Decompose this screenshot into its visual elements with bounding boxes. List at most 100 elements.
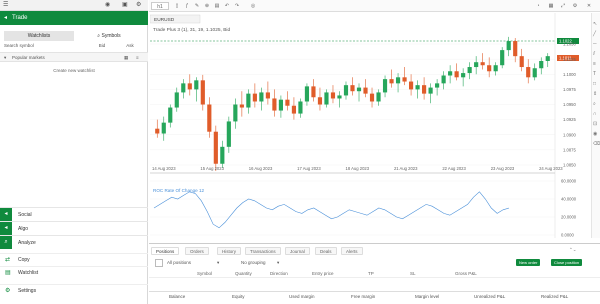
nav-algo[interactable]: ◂ Algo bbox=[0, 221, 148, 235]
measure-tool-icon[interactable]: ⇕ bbox=[593, 89, 600, 99]
compare-icon[interactable]: ⊕ bbox=[203, 2, 211, 10]
price-tick-label: 1.0975 bbox=[563, 87, 576, 92]
nav-algo-label: Algo bbox=[18, 226, 29, 232]
menu-icon[interactable]: ☰ bbox=[3, 0, 8, 11]
filter-checkbox[interactable] bbox=[155, 259, 163, 267]
user-icon[interactable]: ◉ bbox=[105, 0, 110, 11]
template-icon[interactable]: ▤ bbox=[213, 2, 221, 10]
candle-body bbox=[265, 92, 270, 99]
zoom-icon[interactable]: ⌕ bbox=[593, 99, 600, 109]
tab-history[interactable]: History bbox=[217, 247, 242, 255]
col-sl[interactable]: SL bbox=[410, 270, 416, 278]
close-icon[interactable]: ✕ bbox=[585, 2, 593, 10]
trash-icon[interactable]: ⌫ bbox=[593, 139, 600, 149]
summary-margin-level: Margin level bbox=[415, 294, 440, 299]
col-symbol[interactable]: Symbol bbox=[197, 270, 212, 278]
settings-icon[interactable]: ⚙ bbox=[571, 2, 579, 10]
trade-header[interactable]: ◂ Trade bbox=[0, 11, 148, 25]
candle-body bbox=[220, 146, 225, 164]
camera-icon[interactable]: ◎ bbox=[249, 2, 257, 10]
candle-body bbox=[395, 77, 401, 84]
nav-settings[interactable]: ⚙ Settings bbox=[0, 284, 148, 296]
cursor-icon[interactable]: ↖ bbox=[593, 19, 600, 29]
signal-icon[interactable]: ◔ bbox=[534, 2, 542, 10]
hline-tool-icon[interactable]: ─ bbox=[593, 39, 600, 49]
text-tool-icon[interactable]: T bbox=[593, 69, 600, 79]
candle-body bbox=[343, 85, 349, 96]
candle-body bbox=[168, 107, 173, 123]
tab-watchlists[interactable]: Watchlists bbox=[4, 31, 74, 41]
redo-icon[interactable]: ↷ bbox=[233, 2, 241, 10]
chevron-down-icon[interactable]: ▾ bbox=[4, 53, 6, 63]
col-entry-price[interactable]: Entry price bbox=[312, 270, 334, 278]
indicator-tick-label: 0.0000 bbox=[561, 233, 574, 238]
candle-type-icon[interactable]: ▯ bbox=[173, 2, 181, 10]
tab-deals[interactable]: Deals bbox=[315, 247, 337, 255]
nav-social[interactable]: ◂ Social bbox=[0, 207, 148, 221]
symbol-search-input[interactable]: Search symbol bbox=[4, 42, 88, 50]
close-position-button[interactable]: Close position bbox=[551, 259, 583, 266]
group-filter[interactable]: No grouping bbox=[241, 257, 266, 269]
gear-icon[interactable]: ⚙ bbox=[136, 0, 141, 11]
indicator-icon[interactable]: ƒ bbox=[183, 2, 191, 10]
nav-copy[interactable]: ⇄ Copy bbox=[0, 253, 148, 265]
group-chevron-icon[interactable]: ▾ bbox=[277, 257, 279, 269]
watchlist-row[interactable]: ▾ Popular markets ▦ ≡ bbox=[0, 52, 148, 62]
candle-body bbox=[441, 75, 446, 84]
lock-icon[interactable]: ⊡ bbox=[593, 119, 600, 129]
candle-body bbox=[369, 93, 375, 102]
tab-orders[interactable]: Orders bbox=[185, 247, 209, 255]
candle-body bbox=[402, 77, 407, 82]
summary-equity: Equity bbox=[232, 294, 245, 299]
date-tick-label: 22 Aug 2023 bbox=[442, 166, 466, 171]
more-icon[interactable]: ≡ bbox=[136, 53, 139, 63]
layout-grid-icon[interactable]: ▦ bbox=[547, 2, 555, 10]
date-tick-label: 17 Aug 2023 bbox=[297, 166, 321, 171]
indicator-tick-label: 20.0000 bbox=[561, 215, 577, 220]
tab-alerts[interactable]: Alerts bbox=[341, 247, 363, 255]
draw-icon[interactable]: ✎ bbox=[193, 2, 201, 10]
nav-copy-label: Copy bbox=[18, 257, 30, 263]
line-tool-icon[interactable]: ╱ bbox=[593, 29, 600, 39]
nav-watchlist-label: Watchlist bbox=[18, 270, 39, 276]
candle-body bbox=[408, 81, 414, 90]
fullscreen-icon[interactable]: ⤢ bbox=[559, 2, 567, 10]
fib-tool-icon[interactable]: ≡ bbox=[593, 59, 600, 69]
algo-icon: ◂ bbox=[0, 222, 12, 235]
price-tick-label: 1.0900 bbox=[563, 132, 576, 137]
candle-body bbox=[526, 67, 531, 78]
magnet-icon[interactable]: ∩ bbox=[593, 109, 600, 119]
timeframe-select[interactable]: h1 bbox=[151, 2, 169, 10]
layout-icon[interactable]: ▣ bbox=[122, 0, 128, 11]
candle-body bbox=[487, 65, 492, 72]
columns-icon[interactable]: ▦ bbox=[124, 53, 128, 63]
eye-icon[interactable]: ◉ bbox=[593, 129, 600, 139]
create-watchlist-link[interactable]: Create new watchlist bbox=[0, 66, 148, 75]
undo-icon[interactable]: ↶ bbox=[223, 2, 231, 10]
tab-symbols[interactable]: ⌕ Symbols bbox=[74, 31, 144, 41]
price-tick-label: 1.0850 bbox=[563, 163, 576, 168]
tab-journal[interactable]: Journal bbox=[285, 247, 310, 255]
col-quantity[interactable]: Quantity bbox=[235, 270, 252, 278]
account-chevron-icon[interactable]: ▾ bbox=[217, 257, 219, 269]
new-order-button[interactable]: New order bbox=[516, 259, 541, 266]
date-tick-label: 14 Aug 2023 bbox=[152, 166, 176, 171]
tab-positions[interactable]: Positions bbox=[151, 247, 180, 255]
account-filter[interactable]: All positions bbox=[167, 257, 191, 269]
tab-transactions[interactable]: Transactions bbox=[245, 247, 281, 255]
col-direction[interactable]: Direction bbox=[270, 270, 288, 278]
nav-analyze[interactable]: ⌕ Analyze bbox=[0, 235, 148, 249]
candle-body bbox=[532, 68, 537, 78]
col-tp[interactable]: TP bbox=[368, 270, 374, 278]
nav-watchlist[interactable]: ▤ Watchlist bbox=[0, 266, 148, 278]
shape-tool-icon[interactable]: □ bbox=[593, 79, 600, 89]
col-gross-pnl[interactable]: Gross P&L bbox=[455, 270, 477, 278]
gear-icon: ⚙ bbox=[5, 288, 11, 294]
collapse-panel-icon[interactable]: ⌃⌄ bbox=[569, 247, 577, 253]
right-drawing-toolbar: ↖ ╱ ─ ⫽ ≡ T □ ⇕ ⌕ ∩ ⊡ ◉ ⌫ bbox=[591, 13, 600, 238]
candle-body bbox=[298, 101, 303, 114]
channel-tool-icon[interactable]: ⫽ bbox=[593, 49, 600, 59]
chart-area[interactable]: 1.1022 1.1011 1.1050 1.1025 1.1000 1.0975 1.0… bbox=[149, 13, 590, 238]
collapse-icon[interactable]: ◂ bbox=[4, 11, 7, 25]
price-chart[interactable]: 1.10221.1011 1.10501.10251.10001.09751.0… bbox=[149, 13, 590, 238]
